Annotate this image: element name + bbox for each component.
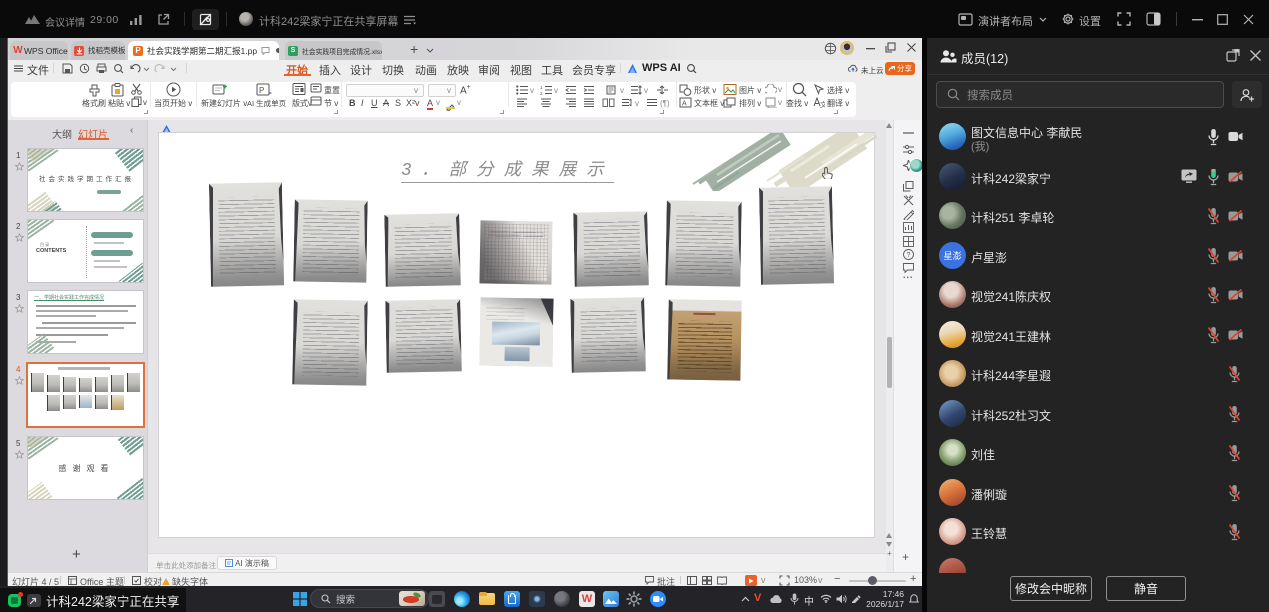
svg-text:?: ? <box>907 252 911 259</box>
svg-text:A: A <box>682 101 687 108</box>
svg-text:1: 1 <box>540 85 543 90</box>
svg-text:2: 2 <box>540 91 543 95</box>
svg-text:P: P <box>259 86 264 95</box>
svg-text:文: 文 <box>820 100 825 108</box>
